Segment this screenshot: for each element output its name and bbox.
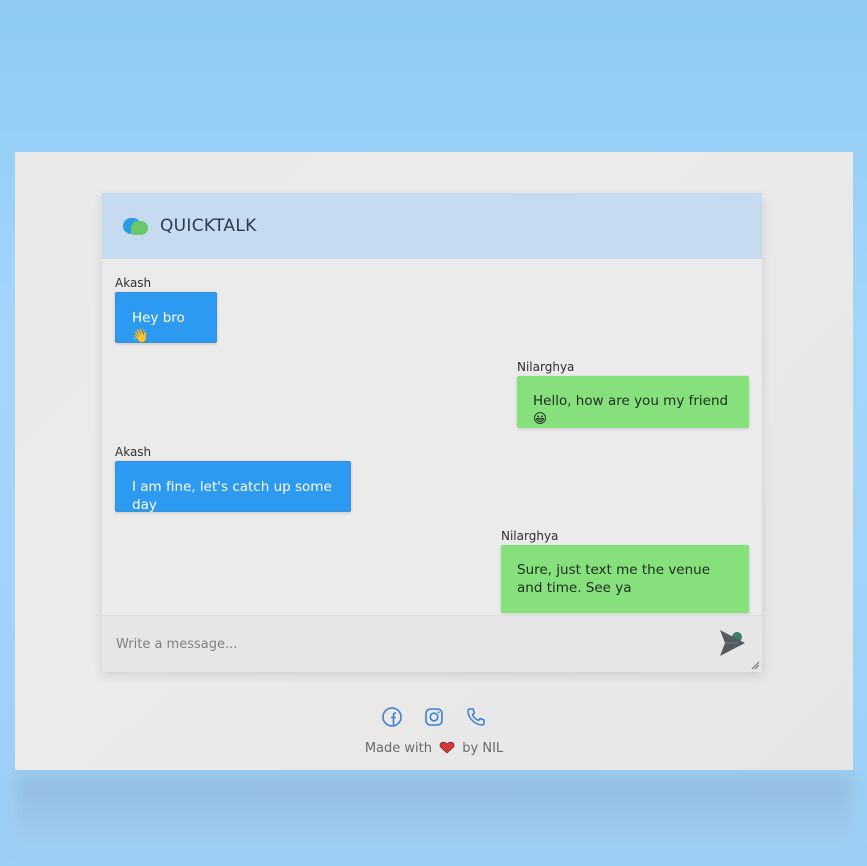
page-shadow [15,775,853,845]
page-card: QUICKTALK Akash Hey bro 👋 Nilarghya Hell… [15,152,853,770]
message-bubble: Hello, how are you my friend 😀 [517,376,749,428]
message-sender: Nilarghya [517,360,575,374]
chat-window: QUICKTALK Akash Hey bro 👋 Nilarghya Hell… [102,193,762,672]
message-bubble: Sure, just text me the venue and time. S… [501,545,749,613]
message-sender: Akash [115,276,152,290]
message-list: Akash Hey bro 👋 Nilarghya Hello, how are… [102,259,762,615]
send-button[interactable] [714,626,748,660]
send-icon [720,630,745,656]
message-bubble: I am fine, let's catch up some day [115,461,351,513]
social-links [15,706,853,728]
chat-header: QUICKTALK [102,193,762,259]
phone-icon[interactable] [465,706,487,728]
facebook-icon[interactable] [381,706,403,728]
heart-icon [439,741,455,754]
message-input[interactable] [114,630,698,658]
footer-author: by NIL [462,741,504,756]
instagram-icon[interactable] [423,706,445,728]
message-bubble: Hey bro 👋 [115,292,217,344]
chat-bubbles-icon [123,216,149,236]
app-title: QUICKTALK [160,216,257,236]
composer [102,615,762,672]
message-sender: Akash [115,445,152,459]
footer-made-with: Made with [364,741,432,756]
footer-credit: Made with by NIL [15,741,853,756]
resize-handle-icon[interactable] [751,661,759,669]
message-sender: Nilarghya [501,529,559,543]
